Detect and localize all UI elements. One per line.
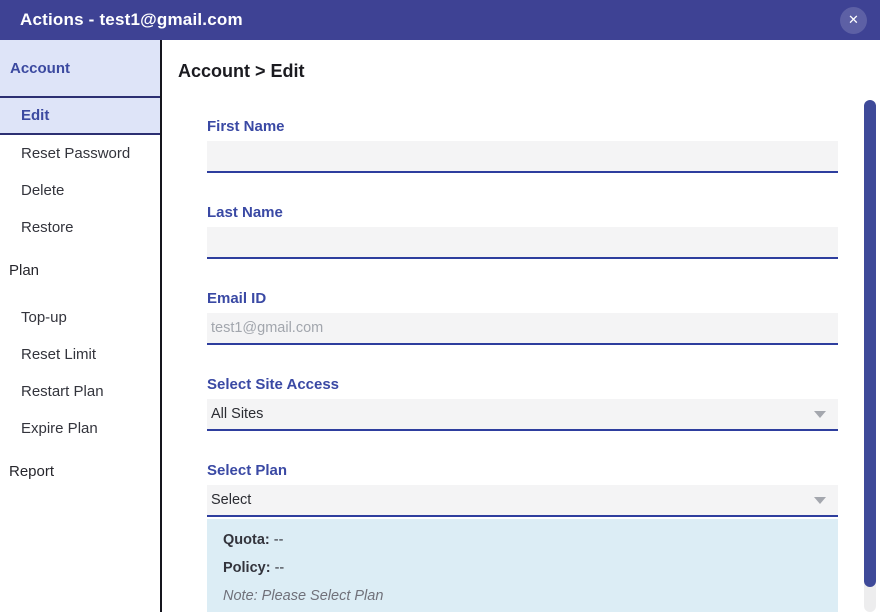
sidebar-item-expire-plan[interactable]: Expire Plan [0,410,160,447]
site-access-value: All Sites [211,406,263,422]
edit-account-form: First Name Last Name Email ID Select Sit… [207,118,838,612]
plan-info-box: Quota: -- Policy: -- Note: Please Select… [207,519,838,612]
last-name-label: Last Name [207,204,838,221]
last-name-group: Last Name [207,204,838,259]
quota-label: Quota: [223,532,270,548]
sidebar-item-restore[interactable]: Restore [0,209,160,246]
close-icon: ✕ [848,12,859,28]
first-name-label: First Name [207,118,838,135]
plan-select[interactable]: Select [207,485,838,517]
sidebar-item-label: Edit [21,107,49,124]
plan-value: Select [211,492,251,508]
sidebar-item-label: Expire Plan [21,420,98,437]
sidebar-item-restart-plan[interactable]: Restart Plan [0,373,160,410]
site-access-select[interactable]: All Sites [207,399,838,431]
modal-titlebar: Actions - test1@gmail.com ✕ [0,0,880,40]
plan-note: Note: Please Select Plan [223,588,822,604]
sidebar-item-delete[interactable]: Delete [0,172,160,209]
sidebar-item-label: Restart Plan [21,383,104,400]
sidebar-item-label: Delete [21,182,64,199]
plan-label: Select Plan [207,462,838,479]
chevron-down-icon [814,411,826,418]
main-panel: Account > Edit First Name Last Name Emai… [162,40,880,612]
close-button[interactable]: ✕ [840,7,867,34]
policy-value: -- [275,560,285,576]
first-name-group: First Name [207,118,838,173]
site-access-label: Select Site Access [207,376,838,393]
sidebar: Account Edit Reset Password Delete Resto… [0,40,162,612]
modal-title: Actions - test1@gmail.com [20,10,243,30]
modal-body: Account Edit Reset Password Delete Resto… [0,40,880,612]
breadcrumb: Account > Edit [178,61,880,82]
email-input[interactable] [207,313,838,345]
quota-line: Quota: -- [223,532,822,548]
sidebar-item-edit[interactable]: Edit [0,98,160,135]
sidebar-section-label: Account [10,60,70,77]
quota-value: -- [274,532,284,548]
sidebar-item-label: Reset Limit [21,346,96,363]
plan-group: Select Plan Select [207,462,838,517]
sidebar-item-top-up[interactable]: Top-up [0,299,160,336]
first-name-input[interactable] [207,141,838,173]
sidebar-item-reset-password[interactable]: Reset Password [0,135,160,172]
chevron-down-icon [814,497,826,504]
sidebar-section-plan: Plan [0,246,160,299]
scrollbar-thumb[interactable] [864,100,876,587]
sidebar-section-report: Report [0,447,160,500]
last-name-input[interactable] [207,227,838,259]
email-label: Email ID [207,290,838,307]
policy-label: Policy: [223,560,271,576]
sidebar-section-account: Account [0,40,160,98]
sidebar-item-reset-limit[interactable]: Reset Limit [0,336,160,373]
sidebar-item-label: Reset Password [21,145,130,162]
sidebar-item-label: Restore [21,219,74,236]
policy-line: Policy: -- [223,560,822,576]
site-access-group: Select Site Access All Sites [207,376,838,431]
email-group: Email ID [207,290,838,345]
sidebar-item-label: Top-up [21,309,67,326]
actions-modal: Actions - test1@gmail.com ✕ Account Edit… [0,0,880,612]
